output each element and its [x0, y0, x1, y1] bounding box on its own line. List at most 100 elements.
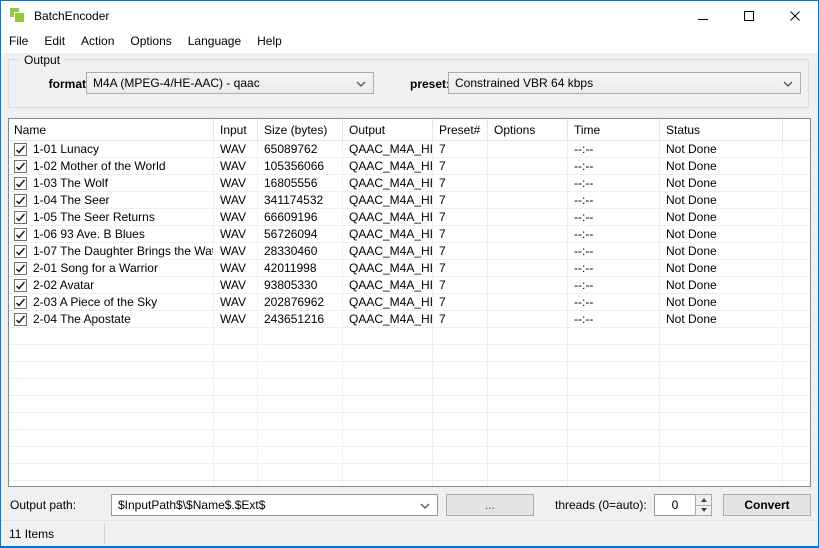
row-checkbox[interactable]	[14, 261, 27, 275]
check-icon	[15, 213, 26, 222]
input-cell: WAV	[214, 277, 258, 294]
name-cell	[9, 345, 214, 362]
input-cell: WAV	[214, 141, 258, 158]
row-checkbox[interactable]	[14, 295, 27, 309]
threads-input[interactable]: 0	[654, 494, 696, 516]
filler-cell	[783, 175, 810, 192]
filler-cell	[783, 481, 810, 486]
table-row[interactable]: 1-05 The Seer Returns WAV 66609196 QAAC_M4A…	[9, 209, 810, 226]
preset-cell	[433, 413, 488, 430]
table-row[interactable]: 2-02 Avatar WAV 93805330 QAAC_M4A_HE 7 --:-- N…	[9, 277, 810, 294]
size-cell	[258, 362, 343, 379]
preset-cell: 7	[433, 175, 488, 192]
input-cell	[214, 413, 258, 430]
table-row[interactable]: 1-07 The Daughter Brings the Water WAV 283…	[9, 243, 810, 260]
preset-cell: 7	[433, 209, 488, 226]
options-cell	[488, 141, 568, 158]
filler-cell	[783, 396, 810, 413]
row-checkbox[interactable]	[14, 176, 27, 190]
output-cell: QAAC_M4A_HE	[343, 260, 433, 277]
time-cell: --:--	[568, 294, 660, 311]
options-cell	[488, 481, 568, 486]
menu-file[interactable]: File	[1, 30, 36, 53]
titlebar: BatchEncoder	[1, 1, 818, 30]
column-header-output[interactable]: Output	[343, 119, 433, 140]
convert-button[interactable]: Convert	[723, 494, 811, 516]
status-cell	[660, 464, 783, 481]
maximize-button[interactable]	[726, 1, 772, 30]
bottom-controls: Output path: $InputPath$\$Name$.$Ext$ ..…	[1, 493, 818, 519]
status-cell: Not Done	[660, 277, 783, 294]
column-header-time[interactable]: Time	[568, 119, 660, 140]
output-path-select[interactable]: $InputPath$\$Name$.$Ext$	[111, 494, 438, 516]
preset-cell	[433, 379, 488, 396]
items-count: 11 Items	[9, 527, 55, 541]
browse-button[interactable]: ...	[446, 494, 534, 516]
row-checkbox[interactable]	[14, 312, 27, 326]
menu-options[interactable]: Options	[122, 30, 179, 53]
column-header-input[interactable]: Input	[214, 119, 258, 140]
row-checkbox[interactable]	[14, 193, 27, 207]
table-row[interactable]: 1-04 The Seer WAV 341174532 QAAC_M4A_HE 7 --:…	[9, 192, 810, 209]
preset-cell: 7	[433, 192, 488, 209]
status-cell	[660, 362, 783, 379]
minimize-button[interactable]	[680, 1, 726, 30]
size-cell: 202876962	[258, 294, 343, 311]
column-header-name[interactable]: Name	[9, 119, 214, 140]
stepper-down-button[interactable]	[695, 505, 712, 516]
status-cell: Not Done	[660, 260, 783, 277]
list-header: Name Input Size (bytes) Output Preset# O…	[9, 119, 810, 141]
name-cell: 1-06 93 Ave. B Blues	[9, 226, 214, 243]
menu-help[interactable]: Help	[249, 30, 290, 53]
threads-label: threads (0=auto):	[555, 498, 647, 512]
size-cell	[258, 464, 343, 481]
menu-language[interactable]: Language	[180, 30, 249, 53]
name-cell	[9, 379, 214, 396]
table-row[interactable]: 1-03 The Wolf WAV 16805556 QAAC_M4A_HE 7 --:-…	[9, 175, 810, 192]
input-cell	[214, 430, 258, 447]
size-cell	[258, 447, 343, 464]
options-cell	[488, 464, 568, 481]
check-icon	[15, 179, 26, 188]
output-cell	[343, 413, 433, 430]
row-checkbox[interactable]	[14, 159, 27, 173]
preset-cell: 7	[433, 226, 488, 243]
status-cell: Not Done	[660, 294, 783, 311]
preset-cell	[433, 328, 488, 345]
table-empty-row	[9, 413, 810, 430]
status-cell	[660, 447, 783, 464]
table-row[interactable]: 2-01 Song for a Warrior WAV 42011998 QAAC_M…	[9, 260, 810, 277]
column-header-options[interactable]: Options	[488, 119, 568, 140]
chevron-down-icon	[420, 503, 430, 509]
table-row[interactable]: 1-06 93 Ave. B Blues WAV 56726094 QAAC_M4A_…	[9, 226, 810, 243]
input-cell	[214, 464, 258, 481]
menu-edit[interactable]: Edit	[36, 30, 73, 53]
time-cell: --:--	[568, 311, 660, 328]
table-row[interactable]: 2-04 The Apostate WAV 243651216 QAAC_M4A_HE…	[9, 311, 810, 328]
table-row[interactable]: 1-01 Lunacy WAV 65089762 QAAC_M4A_HE 7 --:-- N…	[9, 141, 810, 158]
table-row[interactable]: 2-03 A Piece of the Sky WAV 202876962 QAAC_…	[9, 294, 810, 311]
row-checkbox[interactable]	[14, 227, 27, 241]
size-cell	[258, 481, 343, 486]
column-header-status[interactable]: Status	[660, 119, 783, 140]
output-path-label: Output path:	[10, 498, 77, 512]
options-cell	[488, 175, 568, 192]
table-row[interactable]: 1-02 Mother of the World WAV 105356066 QAAC…	[9, 158, 810, 175]
preset-select[interactable]: Constrained VBR 64 kbps	[448, 72, 801, 94]
close-button[interactable]	[772, 1, 818, 30]
filler-cell	[783, 141, 810, 158]
row-checkbox[interactable]	[14, 210, 27, 224]
table-empty-row	[9, 396, 810, 413]
column-header-preset[interactable]: Preset#	[433, 119, 488, 140]
row-checkbox[interactable]	[14, 142, 27, 156]
track-name: 1-04 The Seer	[33, 192, 110, 207]
row-checkbox[interactable]	[14, 244, 27, 258]
stepper-up-button[interactable]	[695, 494, 712, 506]
filler-cell	[783, 294, 810, 311]
menu-action[interactable]: Action	[73, 30, 122, 53]
format-select[interactable]: M4A (MPEG-4/HE-AAC) - qaac	[86, 72, 374, 94]
row-checkbox[interactable]	[14, 278, 27, 292]
filler-cell	[783, 226, 810, 243]
column-header-size[interactable]: Size (bytes)	[258, 119, 343, 140]
output-cell	[343, 464, 433, 481]
